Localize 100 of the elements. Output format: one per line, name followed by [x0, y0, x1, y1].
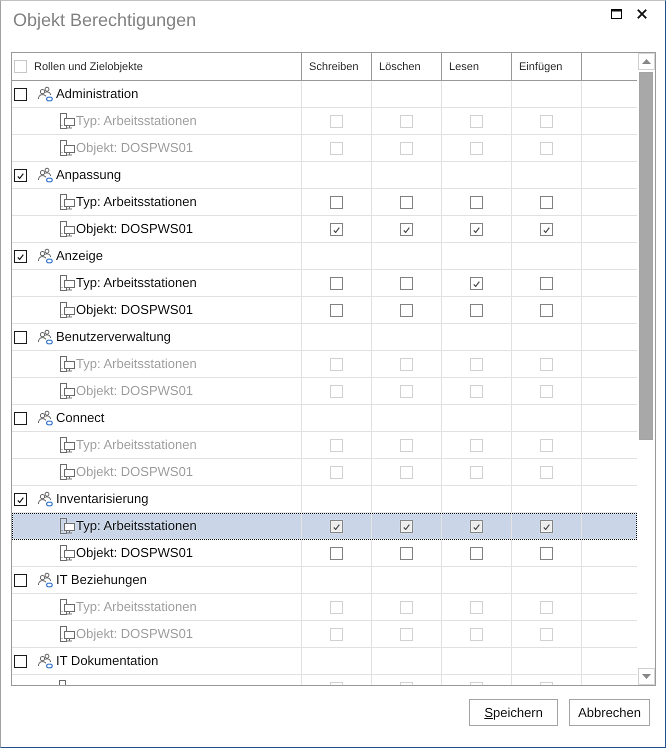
checkmark-icon [543, 226, 550, 232]
checkmark-icon [17, 254, 24, 260]
group-label: Anzeige [56, 247, 103, 265]
scroll-up-button[interactable] [638, 53, 654, 70]
item-label: Objekt: DOSPWS01 [76, 139, 194, 157]
devices-icon [59, 464, 75, 480]
column-header[interactable]: Rollen und Zielobjekte [34, 60, 143, 72]
devices-icon [59, 626, 75, 642]
permission-checkbox[interactable] [330, 520, 343, 533]
permission-checkbox[interactable] [470, 547, 483, 560]
devices-icon [59, 302, 75, 318]
column-header[interactable]: Lesen [442, 53, 512, 80]
tree-row[interactable]: Objekt: DOSPWS01 [12, 540, 637, 567]
permission-checkbox[interactable] [540, 196, 553, 209]
devices-icon [59, 545, 75, 561]
column-header[interactable]: Löschen [372, 53, 442, 80]
group-checkbox[interactable] [14, 574, 27, 587]
people-icon [37, 410, 53, 426]
permission-checkbox[interactable] [540, 277, 553, 290]
permission-checkbox[interactable] [470, 196, 483, 209]
group-checkbox[interactable] [14, 331, 27, 344]
item-label: Typ: Arbeitsstationen [76, 112, 197, 130]
item-label: Objekt: DOSPWS01 [76, 463, 194, 481]
devices-icon [59, 275, 75, 291]
select-all-checkbox[interactable] [14, 60, 27, 73]
item-label: Objekt: DOSPWS01 [76, 220, 194, 238]
permission-checkbox[interactable] [400, 277, 413, 290]
group-label: IT Beziehungen [56, 571, 147, 589]
permission-checkbox[interactable] [400, 196, 413, 209]
people-icon [37, 653, 53, 669]
checkmark-icon [473, 226, 480, 232]
permission-checkbox[interactable] [330, 304, 343, 317]
devices-icon [59, 518, 75, 534]
save-button[interactable]: Speichern [469, 699, 558, 726]
item-label: Objekt: DOSPWS01 [76, 382, 194, 400]
people-icon [37, 167, 53, 183]
group-checkbox[interactable] [14, 169, 27, 182]
permission-checkbox[interactable] [470, 520, 483, 533]
tree-row[interactable]: Objekt: DOSPWS01 [12, 297, 637, 324]
checkmark-icon [403, 226, 410, 232]
item-label: Typ: Arbeitsstationen [76, 598, 197, 616]
checkmark-icon [17, 496, 24, 502]
permission-checkbox[interactable] [470, 304, 483, 317]
devices-icon [59, 599, 75, 615]
devices-icon [59, 383, 75, 399]
devices-icon [59, 356, 75, 372]
people-icon [37, 248, 53, 264]
tree-row[interactable]: Typ: Arbeitsstationen [12, 513, 637, 540]
permission-checkbox[interactable] [330, 223, 343, 236]
devices-icon [59, 680, 66, 685]
scrollbar-thumb[interactable] [639, 72, 653, 440]
item-label: Typ: Arbeitsstationen [76, 274, 197, 292]
group-checkbox[interactable] [14, 655, 27, 668]
item-label: Typ: Arbeitsstationen [76, 517, 197, 535]
tree-row[interactable]: IT Dokumentation [12, 648, 637, 675]
group-checkbox[interactable] [14, 412, 27, 425]
permission-checkbox[interactable] [400, 223, 413, 236]
tree-row[interactable]: Anpassung [12, 162, 637, 189]
window-title: Objekt Berechtigungen [13, 10, 196, 31]
permission-checkbox[interactable] [470, 223, 483, 236]
group-checkbox[interactable] [14, 493, 27, 506]
permission-checkbox[interactable] [400, 304, 413, 317]
checkmark-icon [473, 524, 480, 530]
permission-checkbox[interactable] [400, 547, 413, 560]
triangle-down-icon [642, 674, 650, 679]
group-checkbox[interactable] [14, 250, 27, 263]
checkmark-icon [473, 280, 480, 286]
tree-row[interactable]: IT Beziehungen [12, 567, 637, 594]
permission-checkbox[interactable] [540, 520, 553, 533]
tree-row[interactable]: Connect [12, 405, 637, 432]
permission-checkbox[interactable] [330, 196, 343, 209]
tree-row[interactable]: Typ: Arbeitsstationen [12, 189, 637, 216]
tree-row[interactable]: Objekt: DOSPWS01 [12, 216, 637, 243]
people-icon [37, 491, 53, 507]
devices-icon [59, 113, 75, 129]
permission-checkbox[interactable] [330, 547, 343, 560]
triangle-up-icon [642, 59, 650, 64]
permission-checkbox[interactable] [540, 223, 553, 236]
tree-row[interactable]: Typ: Arbeitsstationen [12, 270, 637, 297]
permission-checkbox[interactable] [330, 277, 343, 290]
group-checkbox[interactable] [14, 88, 27, 101]
people-icon [37, 329, 53, 345]
column-header[interactable]: Schreiben [302, 53, 372, 80]
group-label: Administration [56, 85, 138, 103]
item-label: Typ: Arbeitsstationen [76, 193, 197, 211]
permission-checkbox[interactable] [540, 547, 553, 560]
tree-row[interactable]: Benutzerverwaltung [12, 324, 637, 351]
cancel-button[interactable]: Abbrechen [569, 699, 650, 726]
permission-checkbox[interactable] [540, 304, 553, 317]
tree-row[interactable]: Anzeige [12, 243, 637, 270]
checkmark-icon [333, 524, 340, 530]
people-icon [37, 86, 53, 102]
tree-row[interactable]: Administration [12, 81, 637, 108]
permission-checkbox[interactable] [470, 277, 483, 290]
permission-checkbox[interactable] [400, 520, 413, 533]
maximize-icon[interactable] [611, 9, 622, 19]
column-header[interactable]: Einfügen [512, 53, 582, 80]
close-icon[interactable] [637, 9, 647, 19]
scroll-down-button[interactable] [638, 668, 654, 685]
item-label: Objekt: DOSPWS01 [76, 301, 194, 319]
